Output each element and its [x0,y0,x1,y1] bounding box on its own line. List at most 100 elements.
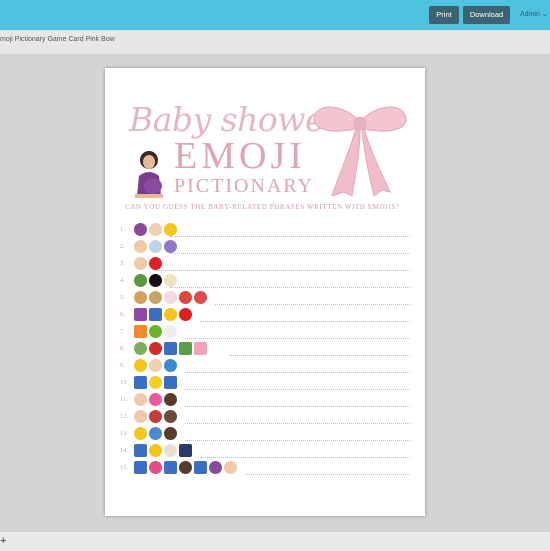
item-number: 9. [120,362,125,369]
list-item: 7. [120,324,410,341]
green-circle-icon [149,325,162,338]
bottom-bar: + [0,531,550,551]
list-item: 8. [120,341,410,358]
womens-room-icon [134,308,147,321]
hot-springs-icon [194,291,207,304]
item-number: 11. [120,396,128,403]
page-title: EMOJI [174,135,306,177]
up-button-icon [134,444,147,457]
keycap-3-icon [194,461,207,474]
item-number: 4. [120,277,125,284]
answer-line [200,457,410,458]
crescent-moon-icon [149,376,162,389]
red-heart-icon [149,257,162,270]
item-number: 5. [120,294,125,301]
game-card: Baby shower EMOJI PICTIONARY CAN YOU GUE… [105,68,425,516]
breadcrumb: moji Pictionary Game Card Pink Bow [0,36,115,43]
list-item: 6. [120,307,410,324]
down-arrow-icon [164,376,177,389]
answer-line [185,338,410,339]
list-item: 1. [120,222,410,239]
right-arrow-icon [164,342,177,355]
victory-hand-icon [149,223,162,236]
baby-bottle-icon [164,444,177,457]
item-number: 15. [120,464,129,471]
umbrella-icon [164,240,177,253]
add-icon[interactable]: + [0,535,6,547]
girl-icon [164,393,177,406]
house-icon [134,342,147,355]
baby-icon [134,240,147,253]
answer-line [170,236,410,237]
page-subtitle: PICTIONARY [174,175,315,197]
top-toolbar: Print Download Admin ⌄ [0,0,550,30]
globe-icon [164,359,177,372]
car-icon [149,342,162,355]
list-item: 3. [120,256,410,273]
item-number: 13. [120,430,129,437]
list-item: 14. [120,443,410,460]
item-number: 3. [120,260,125,267]
hospital-icon [194,342,207,355]
smiley-icon [134,359,147,372]
train-icon [149,410,162,423]
boy-icon [164,410,177,423]
ice-cream-icon [164,274,177,287]
clap-icon [134,410,147,423]
item-number: 14. [120,447,129,454]
dizzy-face-icon [149,444,162,457]
rain-cloud-icon [149,240,162,253]
answer-line [185,406,410,407]
woman-icon [134,223,147,236]
answer-line [170,253,410,254]
pregnant-woman-icon [135,151,163,198]
list-item: 5. [120,290,410,307]
baby-icon [224,461,237,474]
clap-icon [134,393,147,406]
birthday-cake-icon [164,291,177,304]
victory-hand-icon [149,359,162,372]
night-city-icon [179,444,192,457]
list-item: 9. [120,358,410,375]
spoon-icon [179,291,192,304]
answer-line [245,474,410,475]
list-item: 12. [120,409,410,426]
list-item: 13. [120,426,410,443]
breadcrumb-bar: moji Pictionary Game Card Pink Bow [0,30,550,55]
turn-right-arrow-icon [134,376,147,389]
cucumber-icon [134,274,147,287]
stork-icon [164,325,177,338]
answer-line [155,270,410,271]
woman-face-icon [179,461,192,474]
bee-icon [164,223,177,236]
answer-line [185,372,410,373]
admin-menu[interactable]: Admin ⌄ [520,6,548,24]
zzz-icon [149,427,162,440]
item-number: 12. [120,413,129,420]
item-number: 1. [120,226,125,233]
woman-icon [209,461,222,474]
item-number: 10. [120,379,129,386]
answer-line [185,440,410,441]
thinking-face-icon [164,308,177,321]
pink-bow-icon [313,106,407,197]
item-number: 2. [120,243,125,250]
instructions-text: CAN YOU GUESS THE BABY-RELATED PHRASES W… [125,203,400,211]
heart-arrow-icon [149,461,162,474]
answer-line [230,355,410,356]
keycap-1-icon [134,461,147,474]
sunset-icon [134,325,147,338]
baguette-icon [134,291,147,304]
list-item: 2. [120,239,410,256]
list-item: 4. [120,273,410,290]
toast-icon [149,291,162,304]
list-item: 11. [120,392,410,409]
download-button[interactable]: Download [463,6,510,24]
question-mark-icon [179,308,192,321]
list-item: 10. [120,375,410,392]
item-number: 7. [120,328,125,335]
road-icon [179,342,192,355]
item-number: 8. [120,345,125,352]
answer-line [185,423,410,424]
print-button[interactable]: Print [429,6,459,24]
